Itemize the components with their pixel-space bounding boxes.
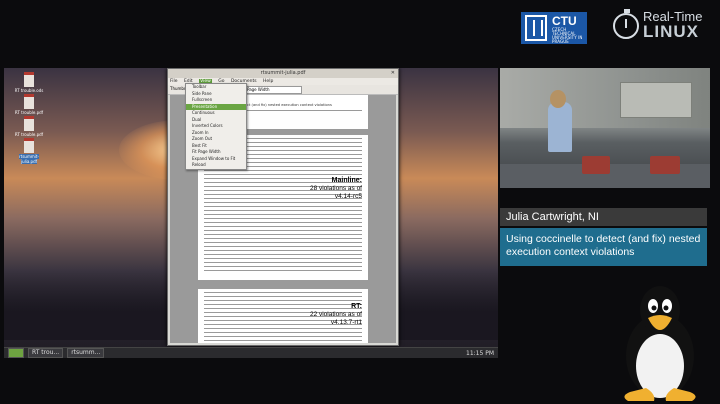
taskbar-item-rt-trouble[interactable]: RT trou... (28, 348, 64, 358)
mainline-version: v4.14-rc5 (334, 192, 362, 200)
chair (582, 156, 610, 174)
menu-item-reload[interactable]: Reload (186, 162, 246, 169)
desktop-icon-pdf-1[interactable]: RT trouble.pdf (12, 94, 46, 115)
rt-note: RT: 22 violations as of v4.13.7-rt1 (310, 303, 362, 326)
whiteboard (620, 82, 692, 118)
taskbar: RT trou... rtsumm... 11:15 PM (4, 347, 498, 358)
mainline-count: 28 violations as of (309, 185, 362, 193)
pdf-page-rt: RT: 22 violations as of v4.13.7-rt1 (198, 289, 368, 343)
stopwatch-icon (613, 8, 639, 39)
rt-title: RT: (351, 303, 362, 310)
desktop-icon-pdf-2[interactable]: RT trouble.pdf (12, 116, 46, 137)
taskbar-item-rtsummit[interactable]: rtsumm... (67, 348, 105, 358)
document-icon (24, 72, 34, 87)
rt-version: v4.13.7-rt1 (330, 318, 362, 326)
menu-help[interactable]: Help (263, 79, 273, 84)
rt-count: 22 violations as of (309, 311, 362, 319)
tux-penguin-icon (624, 286, 696, 401)
ctu-subtitle: CZECH TECHNICAL UNIVERSITY IN PRAGUE (552, 27, 583, 44)
realtime-linux-logo: Real-Time LINUX (613, 8, 702, 41)
mainline-title: Mainline: (331, 177, 362, 184)
pdf-icon (24, 94, 34, 109)
speaker-camera-view (500, 68, 710, 188)
ctu-logo: CTU CZECH TECHNICAL UNIVERSITY IN PRAGUE (521, 12, 587, 44)
speaker-head (550, 90, 566, 108)
pdf-icon (24, 116, 34, 131)
window-titlebar[interactable]: rtsummit-julia.pdf ✕ (168, 69, 398, 78)
start-menu-button[interactable] (8, 348, 24, 358)
zoom-select[interactable]: Fit Page Width (238, 86, 302, 94)
mainline-note: Mainline: 28 violations as of v4.14-rc5 (310, 177, 362, 200)
rt-line2: LINUX (643, 22, 699, 41)
window-title: rtsummit-julia.pdf (260, 70, 306, 76)
ctu-emblem-icon (525, 15, 547, 41)
talk-title: Using coccinelle to detect (and fix) nes… (500, 228, 707, 266)
desktop-icon-slides-pdf[interactable]: rtsummit-julia.pdf (12, 138, 46, 164)
desktop-icon-ods[interactable]: RT trouble.ods (12, 72, 46, 93)
taskbar-clock: 11:15 PM (466, 349, 494, 357)
view-menu-dropdown: Toolbar Side Pane Fullscreen Presentatio… (185, 83, 247, 170)
speaker-name: Julia Cartwright, NI (500, 208, 707, 226)
chair (650, 156, 680, 174)
close-icon[interactable]: ✕ (391, 69, 395, 78)
desktop-screen: RT trouble.ods RT trouble.pdf RT trouble… (4, 68, 498, 358)
speaker-figure (548, 102, 572, 152)
pdf-viewer-window: rtsummit-julia.pdf ✕ File Edit View Go D… (167, 68, 399, 346)
pdf-icon (24, 138, 34, 153)
ctu-label: CTU (552, 14, 577, 28)
menu-file[interactable]: File (170, 79, 178, 84)
